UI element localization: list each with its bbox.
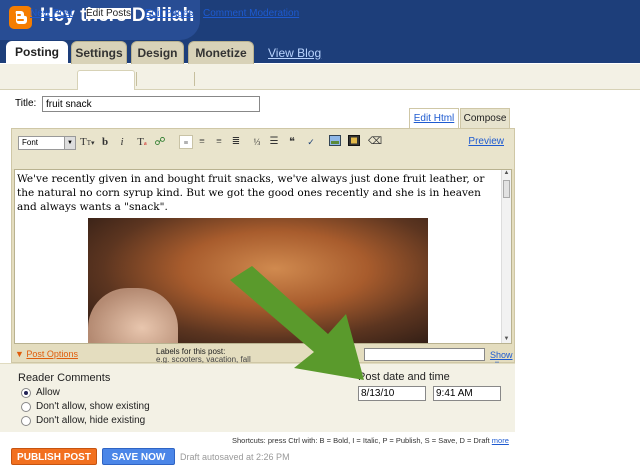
chevron-down-icon: ▼ — [64, 137, 75, 149]
justify-icon[interactable]: ≣ — [229, 135, 243, 149]
font-select[interactable]: Font ▼ — [18, 136, 76, 150]
divider — [194, 72, 195, 86]
link-icon[interactable]: ☍ — [153, 135, 167, 149]
scroll-up-icon[interactable]: ▲ — [502, 170, 511, 179]
align-right-icon[interactable]: ≡ — [212, 135, 226, 149]
eraser-icon[interactable]: ⌫ — [368, 135, 382, 149]
publish-post-button[interactable]: PUBLISH POST — [11, 448, 97, 465]
radio-dont-allow-hide[interactable] — [21, 416, 31, 426]
tab-monetize[interactable]: Monetize — [188, 41, 254, 64]
font-select-value: Font — [22, 138, 39, 147]
video-icon[interactable] — [347, 135, 361, 149]
radio-allow[interactable] — [21, 388, 31, 398]
bold-icon[interactable]: b — [98, 135, 112, 149]
radio-dont-allow-show[interactable] — [21, 402, 31, 412]
divider — [136, 72, 137, 86]
radio-dont-allow-hide-label[interactable]: Don't allow, hide existing — [36, 415, 145, 426]
autosave-status: Draft autosaved at 2:26 PM — [180, 452, 290, 462]
align-left-icon[interactable]: ≡ — [179, 135, 193, 149]
tab-compose[interactable]: Compose — [460, 108, 510, 128]
post-options-toggle[interactable]: ▼ Post Options — [15, 349, 78, 359]
post-body-text[interactable]: We've recently given in and bought fruit… — [17, 172, 497, 214]
subnav-edit-posts[interactable]: Edit Posts — [86, 8, 132, 19]
post-date-title: Post date and time — [358, 371, 450, 383]
align-center-icon[interactable]: ≡ — [195, 135, 209, 149]
tab-posting[interactable]: Posting — [6, 41, 68, 65]
labels-input[interactable] — [364, 348, 485, 361]
post-time-input[interactable]: 9:41 AM — [433, 386, 501, 401]
tab-settings[interactable]: Settings — [71, 41, 127, 64]
spellcheck-icon[interactable]: ✓ — [304, 135, 318, 149]
subnav-edit-pages[interactable]: Edit Pages — [145, 8, 193, 19]
subnav-comment-moderation[interactable]: Comment Moderation — [203, 8, 299, 19]
blogger-logo-icon[interactable] — [9, 6, 32, 29]
scroll-down-icon[interactable]: ▼ — [502, 336, 511, 343]
font-size-icon[interactable]: TT▾ — [80, 135, 95, 149]
save-now-button[interactable]: SAVE NOW — [102, 448, 175, 465]
image-icon[interactable] — [328, 135, 342, 149]
bullet-list-icon[interactable]: ☰ — [267, 135, 281, 149]
title-label: Title: — [15, 98, 37, 109]
reader-comments-title: Reader Comments — [18, 372, 111, 384]
shortcuts-more-link[interactable]: more — [492, 436, 509, 445]
editor-scrollbar[interactable]: ▲ ▼ — [501, 170, 511, 343]
shortcuts-text: Shortcuts: press Ctrl with: B = Bold, I … — [232, 436, 490, 445]
scroll-thumb[interactable] — [503, 180, 510, 198]
numbered-list-icon[interactable]: ⅓ — [250, 135, 264, 149]
green-arrow-icon — [230, 266, 364, 380]
post-date-input[interactable]: 8/13/10 — [358, 386, 426, 401]
post-options-link[interactable]: Post Options — [26, 349, 78, 359]
active-subtab-bg — [77, 70, 135, 90]
subnav-new-post[interactable]: New Post — [30, 8, 73, 19]
radio-allow-label[interactable]: Allow — [36, 387, 60, 398]
tab-edit-html[interactable]: Edit Html — [409, 108, 459, 128]
text-color-icon[interactable]: Ta — [135, 135, 149, 149]
view-blog-link[interactable]: View Blog — [268, 46, 321, 60]
radio-dont-allow-show-label[interactable]: Don't allow, show existing — [36, 401, 150, 412]
editor-toolbar: Font ▼ TT▾ b i Ta ☍ ≡ ≡ ≡ ≣ ⅓ ☰ ❝ ✓ ⌫ Pr… — [12, 129, 514, 169]
title-input[interactable] — [42, 96, 260, 112]
keyboard-shortcuts: Shortcuts: press Ctrl with: B = Bold, I … — [232, 436, 509, 445]
tab-design[interactable]: Design — [131, 41, 184, 64]
blockquote-icon[interactable]: ❝ — [285, 135, 299, 149]
preview-link[interactable]: Preview — [468, 136, 504, 147]
italic-icon[interactable]: i — [115, 135, 129, 149]
